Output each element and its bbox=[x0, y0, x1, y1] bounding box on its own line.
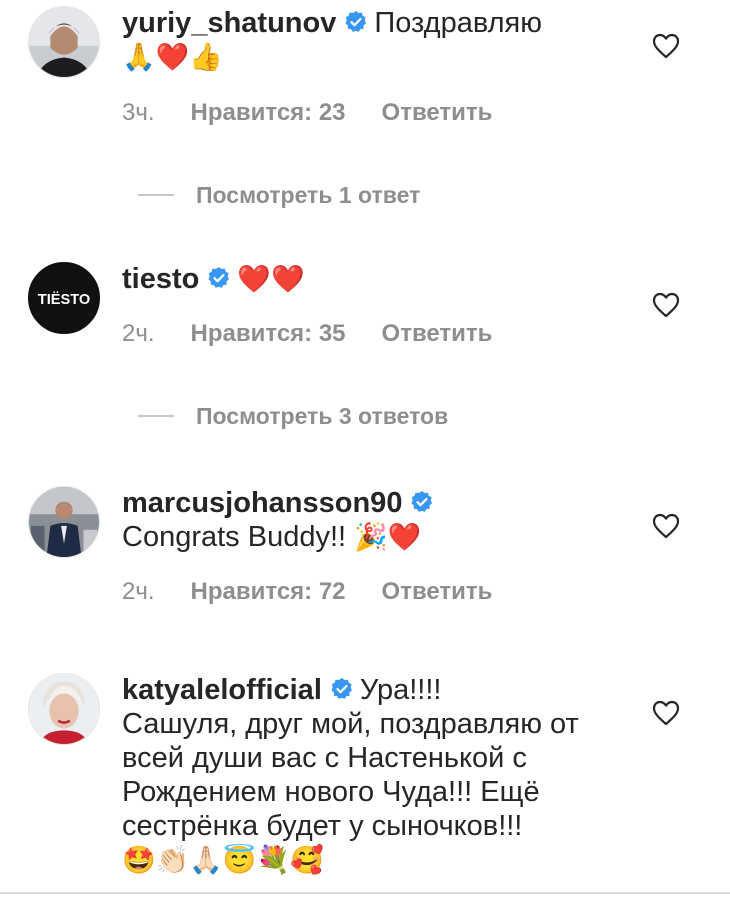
comment-meta: 2ч. Нравится: 35 Ответить bbox=[122, 320, 528, 348]
avatar[interactable] bbox=[28, 6, 100, 78]
view-replies-button[interactable]: Посмотреть 1 ответ bbox=[138, 182, 420, 209]
verified-badge-icon bbox=[410, 490, 434, 514]
comment-body: katyalelofficial Ура!!!! Сашуля, друг мой… bbox=[122, 673, 622, 877]
comment-meta: 2ч. Нравится: 72 Ответить bbox=[122, 578, 528, 606]
view-replies-label: Посмотреть 1 ответ bbox=[196, 182, 421, 208]
verified-badge-icon bbox=[330, 677, 354, 701]
comment-body: tiesto ❤️❤️ bbox=[122, 262, 622, 296]
comment-emojis: ❤️❤️ bbox=[237, 264, 305, 294]
likes-count-button[interactable]: Нравится: 23 bbox=[191, 99, 346, 126]
comment-meta: 3ч. Нравится: 23 Ответить bbox=[122, 99, 528, 127]
comment-time: 2ч. bbox=[122, 578, 155, 605]
heart-outline-icon[interactable] bbox=[652, 513, 680, 539]
likes-count-button[interactable]: Нравится: 72 bbox=[191, 578, 346, 605]
comment-emojis: 🎉❤️ bbox=[354, 522, 422, 552]
comment-text-first: Ура!!!! bbox=[359, 674, 442, 706]
verified-badge-icon bbox=[207, 266, 231, 290]
reply-button[interactable]: Ответить bbox=[382, 320, 493, 347]
comment-username[interactable]: katyalelofficial bbox=[122, 674, 322, 706]
replies-line bbox=[138, 415, 174, 417]
comment-username[interactable]: yuriy_shatunov bbox=[122, 7, 336, 39]
avatar[interactable] bbox=[28, 673, 100, 745]
avatar-logo-text: TIËSTO bbox=[38, 291, 90, 308]
view-replies-label: Посмотреть 3 ответов bbox=[196, 403, 449, 429]
bottom-divider bbox=[0, 892, 730, 894]
comment-body: yuriy_shatunov Поздравляю 🙏❤️👍 bbox=[122, 6, 622, 74]
comment-time: 3ч. bbox=[122, 99, 155, 126]
comment-emojis: 🤩👏🏻🙏🏻😇💐🥰 bbox=[122, 845, 324, 875]
avatar[interactable]: TIËSTO bbox=[28, 262, 100, 334]
heart-outline-icon[interactable] bbox=[652, 700, 680, 726]
comment-username[interactable]: marcusjohansson90 bbox=[122, 487, 402, 519]
heart-outline-icon[interactable] bbox=[652, 33, 680, 59]
comment-text: Сашуля, друг мой, поздравляю от всей душ… bbox=[122, 708, 579, 842]
heart-outline-icon[interactable] bbox=[652, 292, 680, 318]
replies-line bbox=[138, 194, 174, 196]
view-replies-button[interactable]: Посмотреть 3 ответов bbox=[138, 403, 448, 430]
comment-text: Поздравляю bbox=[374, 7, 542, 39]
avatar[interactable] bbox=[28, 486, 100, 558]
comment-body: marcusjohansson90 Congrats Buddy!! 🎉❤️ bbox=[122, 486, 622, 554]
reply-button[interactable]: Ответить bbox=[382, 99, 493, 126]
verified-badge-icon bbox=[344, 10, 368, 34]
reply-button[interactable]: Ответить bbox=[382, 578, 493, 605]
comment-time: 2ч. bbox=[122, 320, 155, 347]
likes-count-button[interactable]: Нравится: 35 bbox=[191, 320, 346, 347]
comment-text: Congrats Buddy!! bbox=[122, 521, 347, 553]
comment-username[interactable]: tiesto bbox=[122, 263, 199, 295]
comment-emojis: 🙏❤️👍 bbox=[122, 42, 223, 72]
